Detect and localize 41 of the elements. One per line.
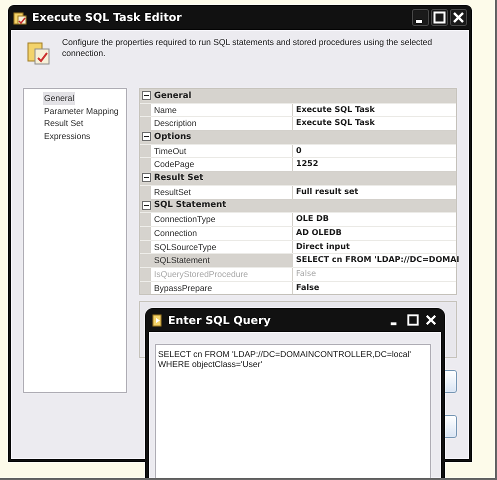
category-label: Result Set xyxy=(154,172,204,183)
dialog-title: Enter SQL Query xyxy=(168,314,271,326)
close-icon[interactable] xyxy=(450,9,467,26)
property-value[interactable]: Direct input xyxy=(293,240,350,254)
property-value[interactable]: False xyxy=(293,282,320,294)
collapse-icon[interactable] xyxy=(142,91,151,100)
category-label: General xyxy=(154,90,192,101)
property-name[interactable]: Name xyxy=(151,104,293,116)
description-text: Configure the properties required to run SQL statements and stored procedures using the selected connection. xyxy=(62,37,434,60)
property-name[interactable]: SQLSourceType xyxy=(151,240,293,254)
category-label: Options xyxy=(154,132,192,142)
query-field[interactable]: SELECT cn FROM 'LDAP://DC=DOMAINCONTROLLER,DC=local' WHERE objectClass='User' xyxy=(155,344,431,478)
property-value[interactable]: OLE DB xyxy=(293,213,329,226)
window-title: Execute SQL Task Editor xyxy=(32,11,182,24)
collapse-icon[interactable] xyxy=(142,200,151,210)
category-label: SQL Statement xyxy=(154,200,226,210)
collapse-icon[interactable] xyxy=(142,173,151,182)
property-value[interactable]: 0 xyxy=(293,144,302,158)
document-icon xyxy=(152,314,163,326)
property-value[interactable]: Execute SQL Task xyxy=(293,104,375,116)
property-name[interactable]: TimeOut xyxy=(151,144,293,158)
page-list-item[interactable]: General xyxy=(43,92,76,104)
page-list-item[interactable]: Result Set xyxy=(43,117,84,130)
property-name[interactable]: BypassPrepare xyxy=(151,282,293,294)
property-value[interactable]: SELECT cn FROM 'LDAP://DC=DOMAI xyxy=(293,254,460,267)
minimize-icon[interactable] xyxy=(412,9,429,26)
document-icon xyxy=(13,10,27,24)
document-icon xyxy=(27,40,51,66)
property-value[interactable]: AD OLEDB xyxy=(293,226,342,240)
property-value[interactable]: 1252 xyxy=(293,158,318,172)
page-list-item[interactable]: Parameter Mapping xyxy=(43,104,120,117)
close-icon[interactable] xyxy=(423,312,439,328)
property-name[interactable]: Connection xyxy=(151,226,293,240)
property-value[interactable]: Execute SQL Task xyxy=(293,117,375,130)
collapse-icon[interactable] xyxy=(142,132,151,142)
maximize-icon[interactable] xyxy=(431,9,448,26)
maximize-icon[interactable] xyxy=(405,312,421,328)
property-name[interactable]: ConnectionType xyxy=(151,213,293,226)
property-value[interactable]: Full result set xyxy=(293,186,358,198)
property-name[interactable]: SQLStatement xyxy=(151,254,293,267)
page-list-item[interactable]: Expressions xyxy=(43,130,92,142)
